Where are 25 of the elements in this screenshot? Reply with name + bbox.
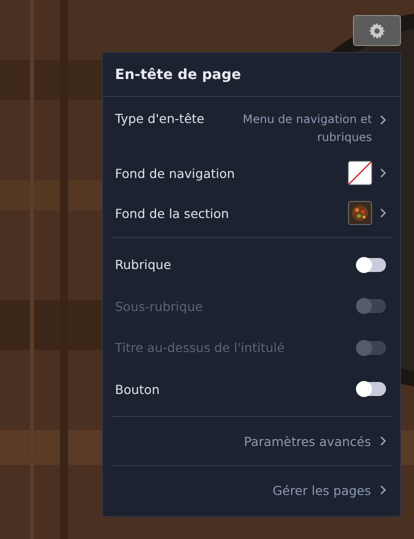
chevron-icon xyxy=(380,208,386,218)
empty-swatch-icon xyxy=(348,161,372,185)
setting-label: Fond de la section xyxy=(115,206,229,220)
toggle-switch[interactable] xyxy=(356,382,386,396)
image-swatch-icon xyxy=(348,201,372,225)
settings-icon xyxy=(369,22,385,38)
chevron-icon xyxy=(380,485,386,495)
chevron-icon xyxy=(380,115,386,125)
toggle-switch[interactable] xyxy=(356,258,386,272)
panel-link[interactable]: Paramètres avancés xyxy=(244,434,386,448)
toggle-label: Sous-rubrique xyxy=(115,298,203,314)
toggle-label: Rubrique xyxy=(115,257,172,272)
panel-link[interactable]: Gérer les pages xyxy=(272,482,386,498)
setting-label: Type d'en-tête xyxy=(115,111,204,126)
chevron-icon xyxy=(380,436,386,446)
toggle-label: Bouton xyxy=(115,382,160,397)
setting-row[interactable]: Fond de navigation xyxy=(103,153,400,193)
toggle-label: Titre au-dessus de l'intitulé xyxy=(115,340,285,356)
setting-value: Menu de navigation et rubriques xyxy=(242,111,372,146)
panel-title: En-tête de page xyxy=(103,53,400,97)
settings-button[interactable] xyxy=(353,15,401,46)
chevron-icon xyxy=(380,168,386,178)
setting-row[interactable]: Fond de la section xyxy=(103,193,400,233)
setting-row[interactable]: Type d'en-tête Menu de navigation et rubriques xyxy=(103,105,400,153)
setting-label: Fond de navigation xyxy=(115,166,235,180)
